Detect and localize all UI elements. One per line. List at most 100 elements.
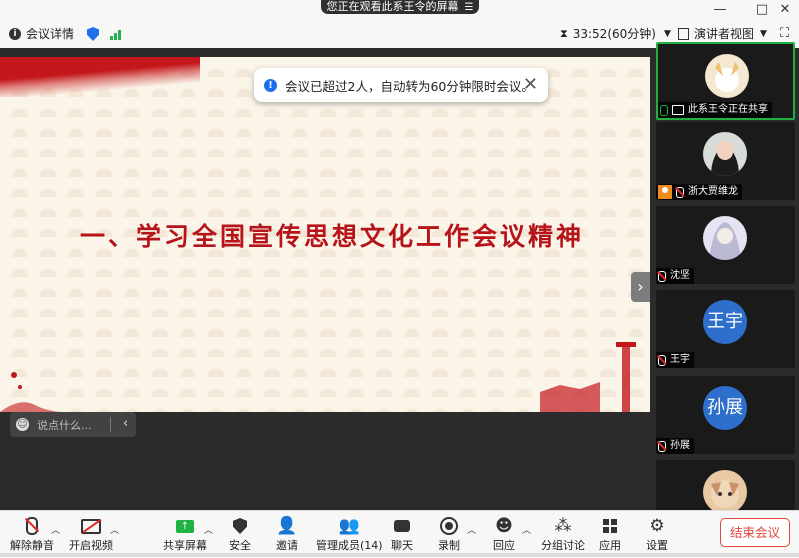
chevron-up-icon[interactable]: ︿: [51, 523, 60, 536]
chevron-up-icon[interactable]: ︿: [467, 523, 476, 536]
unmute-button[interactable]: 解除静音: [10, 511, 54, 558]
video-off-icon: [81, 513, 102, 539]
apps-label: 应用: [599, 539, 621, 552]
gear-icon: ⚙: [649, 516, 665, 536]
emoji-icon[interactable]: ☺: [16, 418, 29, 431]
meeting-toolbar: 解除静音 ︿ 开启视频 ︿ ↑ 共享屏幕 ︿ 安全 👤 邀请 👥 管理成员(14…: [0, 510, 799, 558]
avatar: [705, 54, 749, 98]
participant-name: 孙展: [656, 438, 694, 454]
participant-name-text: 王宇: [670, 354, 690, 365]
mic-muted-icon: [658, 270, 666, 282]
record-label: 录制: [438, 539, 460, 552]
participants-button[interactable]: 👥 管理成员(14): [316, 511, 383, 558]
close-icon[interactable]: ✕: [523, 74, 538, 95]
signal-icon: [110, 29, 121, 40]
video-label: 开启视频: [69, 539, 113, 552]
chevron-left-icon[interactable]: ‹: [123, 416, 128, 431]
apps-icon: [603, 513, 617, 539]
meeting-info-button[interactable]: i 会议详情: [9, 20, 74, 48]
mic-muted-icon: [676, 186, 684, 198]
breakout-button[interactable]: ⁂ 分组讨论: [541, 511, 585, 558]
time-limit-notice: ! 会议已超过2人，自动转为60分钟限时会议。 ✕: [254, 68, 548, 102]
breakout-label: 分组讨论: [541, 539, 585, 552]
share-screen-button[interactable]: ↑ 共享屏幕: [163, 511, 207, 558]
user-icon: [658, 185, 672, 199]
avatar: 孙展: [703, 386, 747, 430]
security-button[interactable]: 安全: [229, 511, 251, 558]
breakout-icon: ⁂: [554, 516, 572, 536]
chevron-up-icon[interactable]: ︿: [110, 523, 119, 536]
shield-icon: [87, 27, 99, 41]
mic-icon: [660, 104, 668, 116]
shared-slide: 一、学习全国宣传思想文化工作会议精神: [0, 57, 650, 412]
chat-placeholder: 说点什么...: [37, 418, 92, 432]
unmute-label: 解除静音: [10, 539, 54, 552]
chat-icon: [394, 513, 410, 539]
network-status[interactable]: [110, 20, 121, 48]
tiananmen-decoration: [540, 342, 636, 412]
info-icon: !: [264, 78, 277, 92]
invite-label: 邀请: [276, 539, 298, 552]
quick-chat-box[interactable]: ☺ 说点什么... ‹: [10, 412, 136, 437]
red-flag-decoration: [0, 57, 200, 97]
add-user-icon: 👤: [276, 516, 298, 536]
timer-text: 33:52(60分钟): [572, 27, 656, 41]
encryption-shield[interactable]: [87, 20, 99, 48]
video-tile[interactable]: [656, 460, 795, 510]
sharing-banner-text: 您正在观看此系王令的屏幕: [326, 0, 459, 13]
participant-name-text: 此系王令正在共享: [688, 104, 768, 115]
participant-name-text: 沈坚: [670, 270, 690, 281]
video-tile[interactable]: 王宇 王宇: [656, 290, 795, 368]
mic-muted-icon: [658, 440, 666, 452]
participant-name-text: 浙大贾维龙: [688, 186, 738, 197]
sharing-banner[interactable]: 您正在观看此系王令的屏幕 ☰: [321, 0, 479, 14]
security-label: 安全: [229, 539, 251, 552]
participant-name: 沈坚: [656, 268, 694, 284]
share-screen-icon: ↑: [176, 513, 194, 539]
meeting-info-label: 会议详情: [26, 27, 75, 41]
info-icon: i: [9, 28, 21, 40]
share-label: 共享屏幕: [163, 539, 207, 552]
record-button[interactable]: 录制: [438, 511, 460, 558]
notice-text: 会议已超过2人，自动转为60分钟限时会议。: [285, 78, 534, 94]
participant-name: 此系王令正在共享: [658, 102, 772, 118]
chat-button[interactable]: 聊天: [391, 511, 413, 558]
chevron-up-icon[interactable]: ︿: [522, 523, 531, 536]
next-page-button[interactable]: ›: [631, 272, 650, 302]
participant-name: 浙大贾维龙: [656, 184, 742, 200]
video-tile[interactable]: 孙展 孙展: [656, 376, 795, 454]
start-video-button[interactable]: 开启视频: [69, 511, 113, 558]
settings-label: 设置: [646, 539, 668, 552]
participants-icon: 👥: [338, 516, 360, 536]
reactions-label: 回应: [493, 539, 515, 552]
video-gallery[interactable]: 此系王令正在共享 浙大贾维龙 沈坚 王宇 王宇 孙展 孙展: [650, 42, 799, 510]
participants-label: 管理成员(14): [316, 539, 383, 552]
minimize-button[interactable]: —: [706, 0, 734, 20]
mic-muted-icon: [24, 513, 40, 539]
screen-share-icon: [672, 105, 684, 115]
chevron-right-icon: ›: [637, 277, 644, 296]
mic-muted-icon: [658, 354, 666, 366]
reactions-button[interactable]: ☻ 回应: [493, 511, 515, 558]
status-strip: [0, 553, 799, 557]
avatar: [703, 470, 747, 510]
menu-icon[interactable]: ☰: [465, 1, 474, 15]
divider: [110, 417, 111, 432]
hourglass-icon: ⧗: [560, 27, 568, 40]
chevron-up-icon[interactable]: ︿: [204, 523, 213, 536]
invite-button[interactable]: 👤 邀请: [276, 511, 298, 558]
apps-button[interactable]: 应用: [599, 511, 621, 558]
plum-blossom-decoration: [0, 372, 70, 412]
video-tile[interactable]: 沈坚: [656, 206, 795, 284]
end-meeting-button[interactable]: 结束会议: [720, 518, 790, 547]
avatar: [703, 132, 747, 176]
close-window-button[interactable]: ✕: [771, 0, 799, 20]
view-icon: [678, 28, 689, 40]
settings-button[interactable]: ⚙ 设置: [646, 511, 668, 558]
avatar: 王宇: [703, 300, 747, 344]
shield-icon: [233, 513, 247, 539]
meeting-timer[interactable]: ⧗ 33:52(60分钟) ▼: [560, 20, 671, 48]
slide-title: 一、学习全国宣传思想文化工作会议精神: [80, 222, 585, 251]
video-tile[interactable]: 此系王令正在共享: [656, 42, 795, 120]
video-tile[interactable]: 浙大贾维龙: [656, 122, 795, 200]
